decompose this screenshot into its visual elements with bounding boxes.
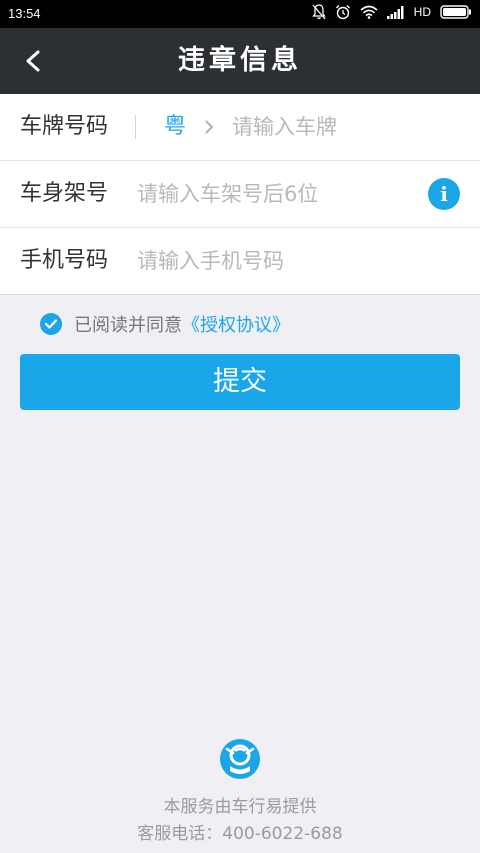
navigation-bar: 违章信息	[0, 28, 480, 94]
plate-input[interactable]: 请输入车牌	[232, 94, 337, 160]
plate-label: 车牌号码	[20, 114, 109, 139]
phone-input[interactable]: 请输入手机号码	[137, 228, 284, 294]
page-title: 违章信息	[178, 45, 302, 76]
phone-label: 手机号码	[20, 248, 109, 273]
info-icon[interactable]: i	[428, 178, 460, 210]
status-bar: 13:54 HD	[0, 0, 480, 28]
agreement-text: 已阅读并同意	[74, 315, 182, 336]
plate-row: 车牌号码 粤 请输入车牌	[0, 94, 480, 161]
frame-label: 车身架号	[20, 181, 109, 206]
agreement-row: 已阅读并同意 《授权协议》	[40, 310, 290, 338]
battery-icon	[440, 5, 471, 19]
plate-divider	[135, 115, 136, 139]
provider-text: 本服务由车行易提供	[163, 797, 317, 817]
status-time: 13:54	[8, 6, 41, 21]
wifi-icon	[360, 5, 378, 19]
province-selector[interactable]: 粤	[164, 94, 186, 160]
signal-icon	[386, 5, 404, 19]
notifications-off-icon	[311, 4, 326, 20]
frame-number-input[interactable]: 请输入车架号后6位	[137, 161, 318, 227]
status-icons: HD	[311, 4, 472, 20]
checkmark-icon	[44, 319, 58, 329]
chevron-right-icon	[205, 120, 214, 134]
network-type: HD	[413, 5, 431, 19]
agreement-link[interactable]: 《授权协议》	[182, 311, 290, 337]
agreement-checkbox[interactable]	[40, 313, 62, 335]
query-form: 车牌号码 粤 请输入车牌 车身架号 请输入车架号后6位 i 手机号码 请输入手机…	[0, 94, 480, 295]
hotline-text[interactable]: 客服电话：400-6022-688	[0, 819, 480, 844]
phone-row: 手机号码 请输入手机号码	[0, 228, 480, 295]
submit-button[interactable]: 提交	[20, 354, 460, 410]
frame-row: 车身架号 请输入车架号后6位 i	[0, 161, 480, 228]
chexingyi-logo-icon	[220, 739, 260, 779]
alarm-icon	[335, 5, 350, 20]
